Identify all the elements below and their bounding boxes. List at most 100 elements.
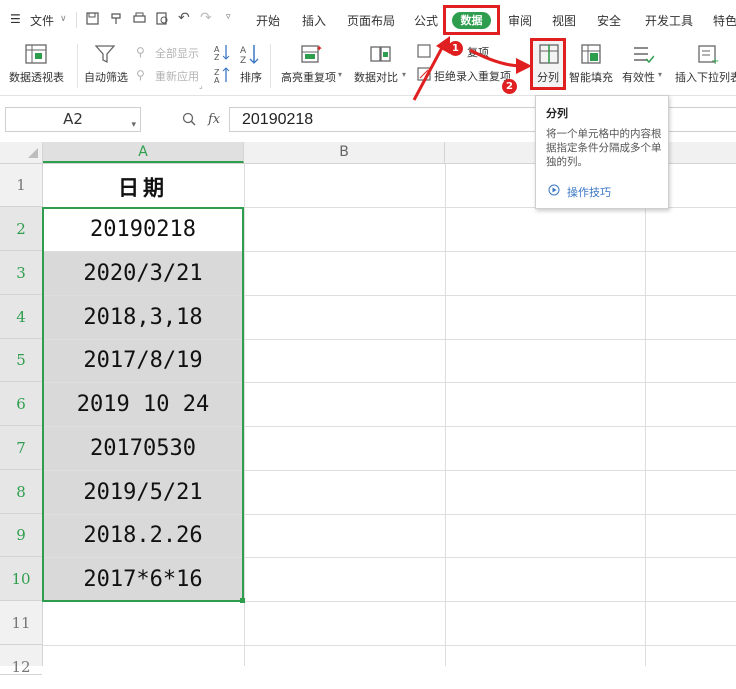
format-painter-icon[interactable] [110, 12, 123, 25]
zoom-icon[interactable] [182, 112, 196, 126]
menu-bar: ☰ 文件 ∨ ↶ ↷ ▿ 开始 插入 页面布局 公式 数据 审阅 视图 安全 开… [0, 0, 736, 40]
sort-icon: AZ [240, 45, 259, 65]
validity-dropdown-icon[interactable]: ▾ [658, 70, 662, 79]
highlight-duplicates-button[interactable]: 高亮重复项 [281, 69, 336, 85]
row-header-8[interactable]: 8 [0, 470, 42, 514]
gridline [43, 645, 736, 646]
tab-view[interactable]: 视图 [552, 12, 576, 29]
row-headers: 1 2 3 4 5 6 7 8 9 10 11 12 [0, 164, 43, 676]
tab-review[interactable]: 审阅 [508, 12, 532, 29]
column-header-b[interactable]: B [244, 142, 445, 163]
fill-handle[interactable] [240, 598, 245, 603]
validity-icon [634, 47, 654, 64]
row-header-6[interactable]: 6 [0, 382, 42, 426]
gridline [244, 164, 245, 666]
smart-fill-button[interactable]: 智能填充 [569, 69, 613, 85]
tab-developer[interactable]: 开发工具 [645, 12, 693, 29]
data-compare-icon [370, 46, 391, 62]
name-box-dropdown-icon[interactable]: ▾ [131, 114, 136, 137]
insert-dropdown-list-button[interactable]: 插入下拉列表 [675, 69, 736, 85]
row-header-10[interactable]: 10 [0, 557, 42, 601]
tab-page-layout[interactable]: 页面布局 [347, 12, 395, 29]
file-dropdown-icon[interactable]: ∨ [60, 14, 67, 24]
row-header-1[interactable]: 1 [0, 164, 42, 207]
select-all-triangle-icon [28, 148, 38, 158]
split-columns-button[interactable]: 分列 [537, 69, 559, 85]
step-badge-2: 2 [502, 79, 517, 94]
reject-duplicates-icon [417, 67, 431, 81]
gridline [645, 164, 646, 666]
tab-home[interactable]: 开始 [256, 12, 280, 29]
ribbon: 数据透视表 自动筛选 ⚲ 全部显示 ⚲ 重新应用 ⌟ AZ ZA AZ 排序 ✦… [0, 38, 736, 96]
svg-text:A: A [214, 76, 220, 84]
row-header-11[interactable]: 11 [0, 601, 42, 645]
svg-text:A: A [240, 46, 247, 56]
highlight-dropdown-icon[interactable]: ▾ [338, 70, 342, 79]
tab-data[interactable]: 数据 [452, 12, 491, 29]
tooltip-description: 将一个单元格中的内容根据指定条件分隔成多个单独的列。 [546, 128, 662, 168]
highlight-duplicates-icon: ✦ [301, 44, 323, 63]
play-circle-icon [548, 184, 560, 196]
tab-insert[interactable]: 插入 [302, 12, 326, 29]
reject-duplicates-button[interactable]: 拒绝录入重复项 [434, 68, 511, 84]
tab-formula[interactable]: 公式 [414, 12, 438, 29]
svg-text:✦: ✦ [316, 44, 323, 53]
customize-dropdown-icon[interactable]: ▿ [226, 12, 231, 22]
row-header-7[interactable]: 7 [0, 426, 42, 470]
reapply-button[interactable]: 重新应用 [155, 68, 199, 84]
duplicate-items-icon [417, 44, 431, 58]
tooltip-title: 分列 [546, 107, 568, 120]
menu-divider [76, 12, 77, 28]
save-icon[interactable] [86, 12, 99, 25]
autofilter-button[interactable]: 自动筛选 [84, 69, 128, 85]
fx-icon[interactable]: fx [208, 112, 220, 127]
sort-ascending-icon: AZ [214, 45, 230, 61]
filter-icon [95, 45, 115, 64]
split-tooltip: 分列 将一个单元格中的内容根据指定条件分隔成多个单独的列。 操作技巧 [535, 95, 669, 209]
print-preview-icon[interactable] [156, 12, 169, 25]
show-all-button[interactable]: 全部显示 [155, 45, 199, 61]
menu-file[interactable]: 文件 [30, 12, 54, 29]
select-all-corner[interactable] [0, 142, 43, 163]
step-badge-1: 1 [448, 41, 463, 56]
selection-border [42, 207, 244, 602]
tab-data-highlight: 数据 [443, 5, 500, 35]
smart-fill-icon [581, 44, 601, 64]
ribbon-divider [77, 44, 78, 88]
row-header-4[interactable]: 4 [0, 295, 42, 339]
tab-special[interactable]: 特色 [713, 12, 736, 29]
insert-dropdown-list-icon: + [698, 45, 719, 65]
filter-options-icon[interactable]: ⌟ [199, 81, 203, 90]
undo-icon[interactable]: ↶ [178, 10, 190, 26]
name-box-value: A2 [63, 110, 83, 128]
validity-button[interactable]: 有效性 [622, 69, 655, 85]
print-icon[interactable] [133, 12, 146, 25]
sort-descending-icon: ZA [214, 67, 230, 84]
row-header-5[interactable]: 5 [0, 339, 42, 382]
row-header-9[interactable]: 9 [0, 514, 42, 557]
row-header-12[interactable]: 12 [0, 645, 42, 676]
gridline [445, 164, 446, 666]
hamburger-menu-icon[interactable]: ☰ [10, 12, 21, 26]
tooltip-tips-link[interactable]: 操作技巧 [567, 184, 611, 200]
split-columns-icon [539, 44, 559, 64]
column-header-a[interactable]: A [43, 142, 244, 163]
svg-text:+: + [711, 56, 719, 65]
cell-grid[interactable]: 日期 20190218 2020/3/21 2018,3,18 2017/8/1… [42, 164, 736, 666]
tab-security[interactable]: 安全 [597, 12, 621, 29]
redo-icon[interactable]: ↷ [200, 10, 212, 26]
pivot-table-button[interactable]: 数据透视表 [9, 69, 64, 85]
pivot-table-icon [25, 44, 47, 64]
compare-dropdown-icon[interactable]: ▾ [402, 70, 406, 79]
sort-button[interactable]: 排序 [240, 69, 262, 85]
ribbon-divider [270, 44, 271, 88]
row-header-3[interactable]: 3 [0, 251, 42, 295]
cell-a1-header[interactable]: 日期 [43, 164, 243, 207]
duplicate-items-button[interactable]: 复项 [467, 44, 489, 60]
svg-text:Z: Z [240, 56, 246, 65]
row-header-2[interactable]: 2 [0, 207, 42, 251]
reapply-icon: ⚲ [136, 68, 145, 82]
show-all-icon: ⚲ [136, 45, 145, 59]
data-compare-button[interactable]: 数据对比 [354, 69, 398, 85]
name-box[interactable]: A2 ▾ [5, 107, 141, 132]
